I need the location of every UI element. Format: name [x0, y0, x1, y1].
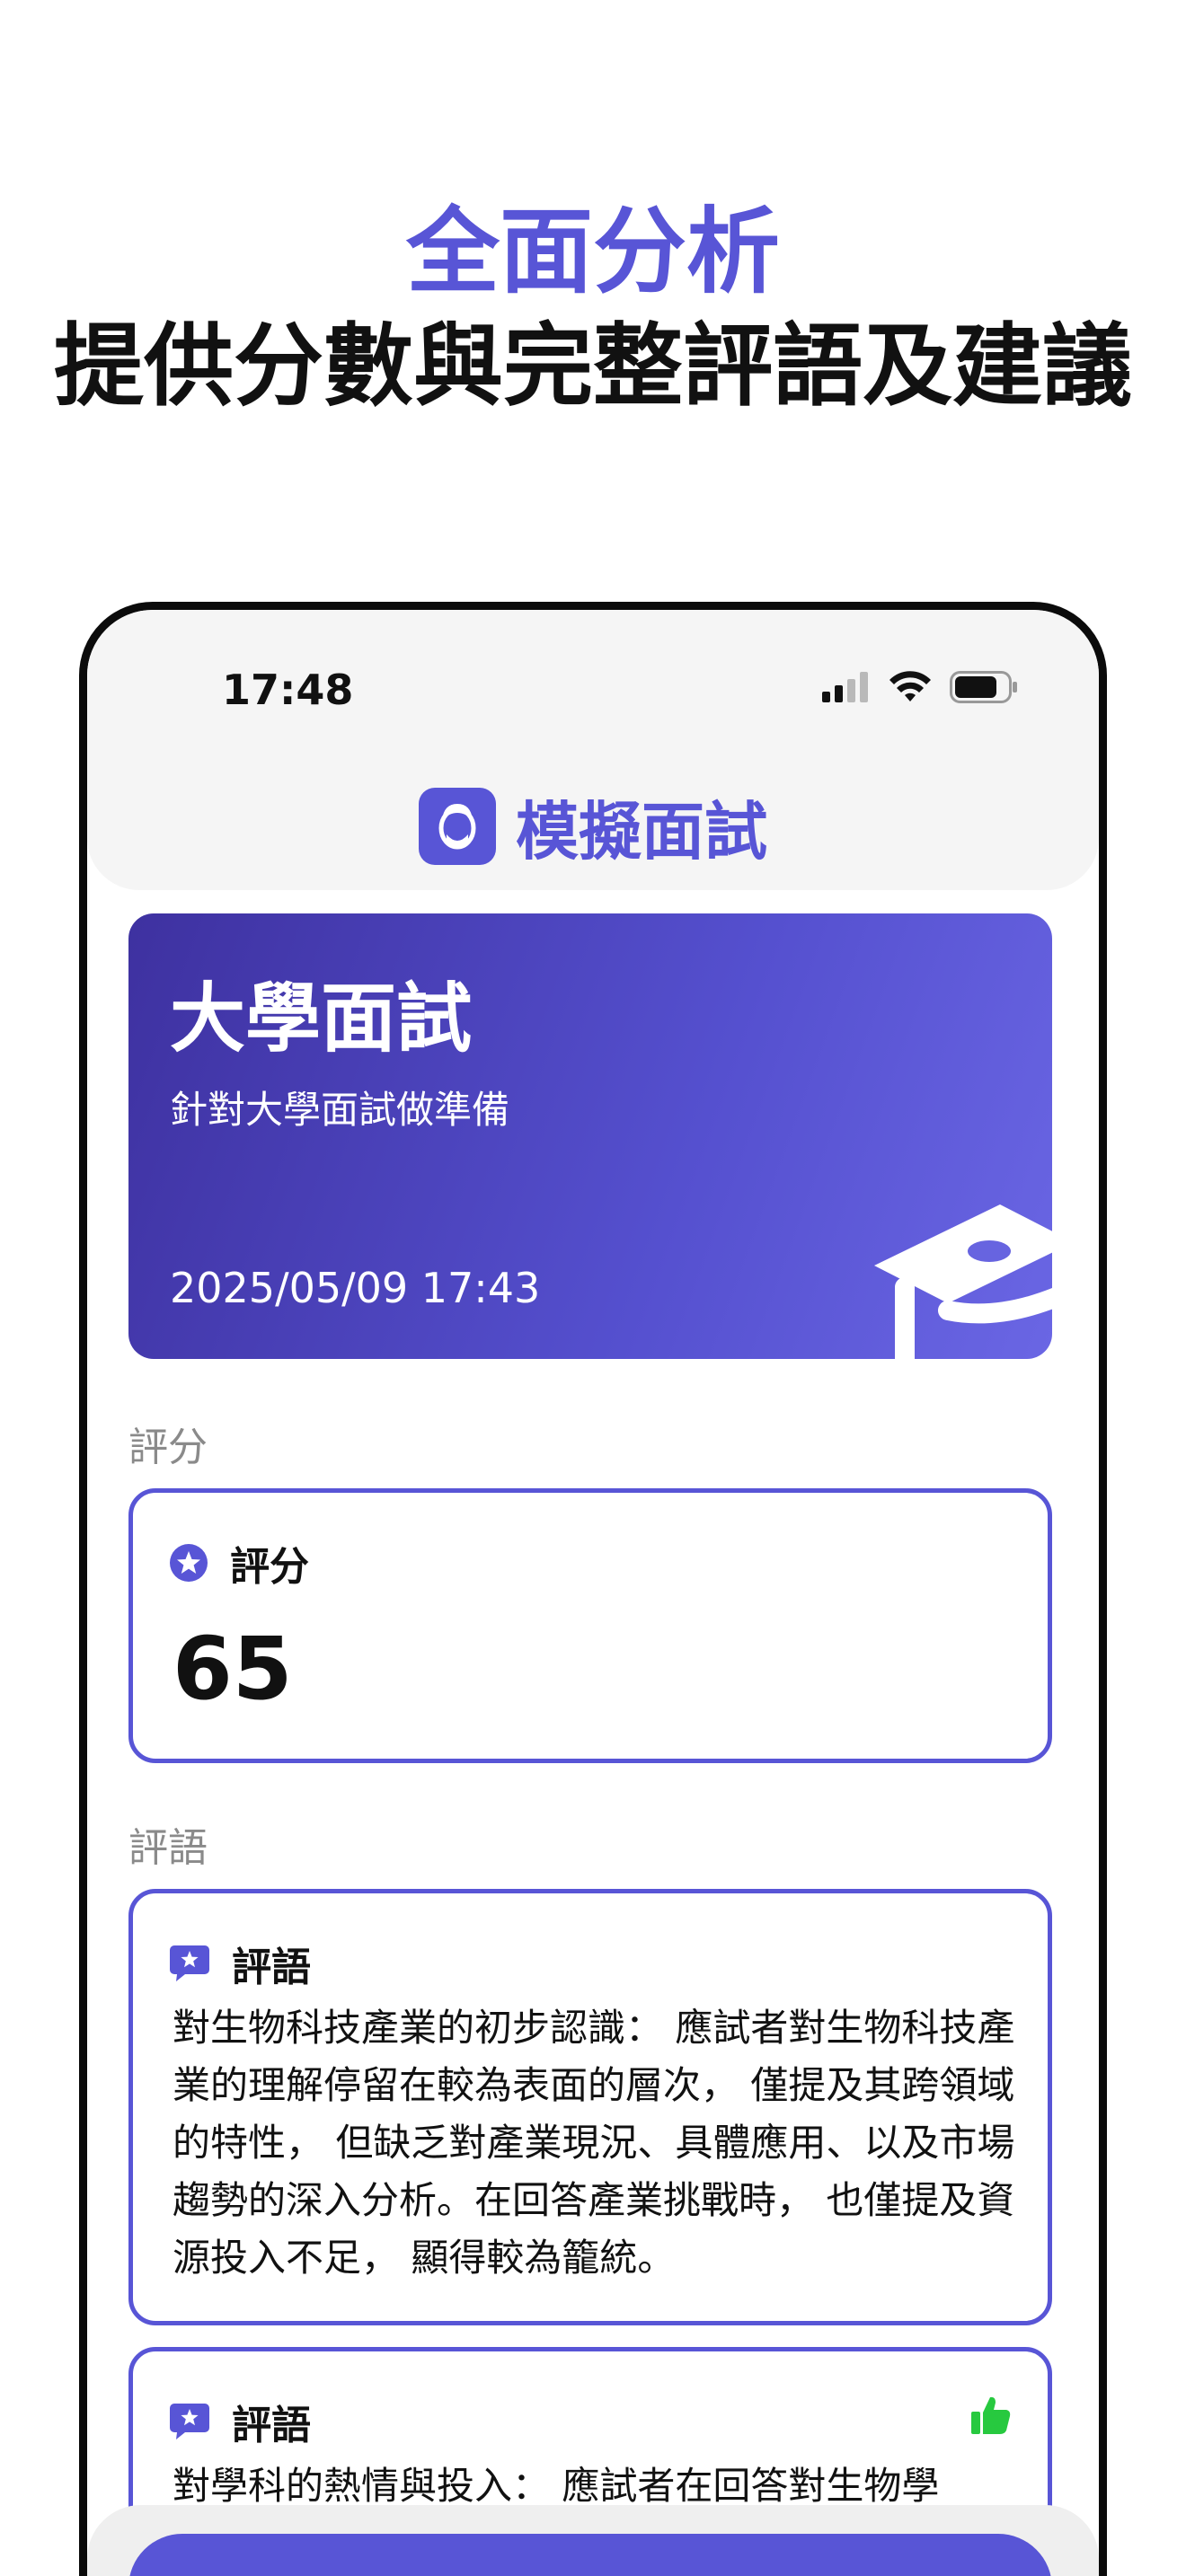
status-time: 17:48	[222, 666, 354, 714]
score-card: 評分 65	[128, 1488, 1052, 1763]
score-section-label: 評分	[128, 1425, 208, 1470]
status-icons	[822, 671, 1018, 703]
promo-subtitle: 全面分析	[405, 197, 780, 306]
thumbs-up-icon	[971, 2396, 1011, 2434]
promo-title: 提供分數與完整評語及建議	[54, 313, 1132, 419]
app-header: 模擬面試	[87, 763, 1099, 890]
comment-bubble-icon	[170, 2404, 209, 2439]
interview-date: 2025/05/09 17:43	[170, 1264, 541, 1312]
phone-frame: 17:48 模擬面試 大學面試 針對大學面試做準備 2025/05/09 17:…	[79, 602, 1107, 2576]
graduation-cap-icon	[874, 1204, 1052, 1359]
comment-section-label: 評語	[128, 1825, 208, 1871]
star-badge-icon	[170, 1544, 208, 1582]
bottom-action-button[interactable]	[128, 2534, 1052, 2576]
comment-text: 對生物科技產業的初步認識： 應試者對生物科技產業的理解停留在較為表面的層次， 僅…	[173, 2006, 1015, 2280]
score-value: 65	[173, 1619, 293, 1719]
app-title: 模擬面試	[516, 794, 767, 869]
interview-type-title: 大學面試	[170, 975, 473, 1063]
wifi-icon	[890, 671, 931, 701]
interview-type-card[interactable]: 大學面試 針對大學面試做準備 2025/05/09 17:43	[128, 913, 1052, 1359]
comment-bubble-icon	[170, 1945, 209, 1981]
score-card-label: 評分	[230, 1544, 309, 1590]
cellular-signal-icon	[822, 672, 868, 702]
comment-card: 評語 對生物科技產業的初步認識： 應試者對生物科技產業的理解停留在較為表面的層次…	[128, 1889, 1052, 2325]
interview-type-description: 針對大學面試做準備	[170, 1088, 510, 1132]
interviewer-face-icon	[419, 788, 496, 865]
status-bar: 17:48	[87, 610, 1099, 763]
comment-card-label: 評語	[232, 1945, 311, 1990]
comment-card-label: 評語	[232, 2403, 311, 2448]
battery-icon	[950, 671, 1017, 703]
